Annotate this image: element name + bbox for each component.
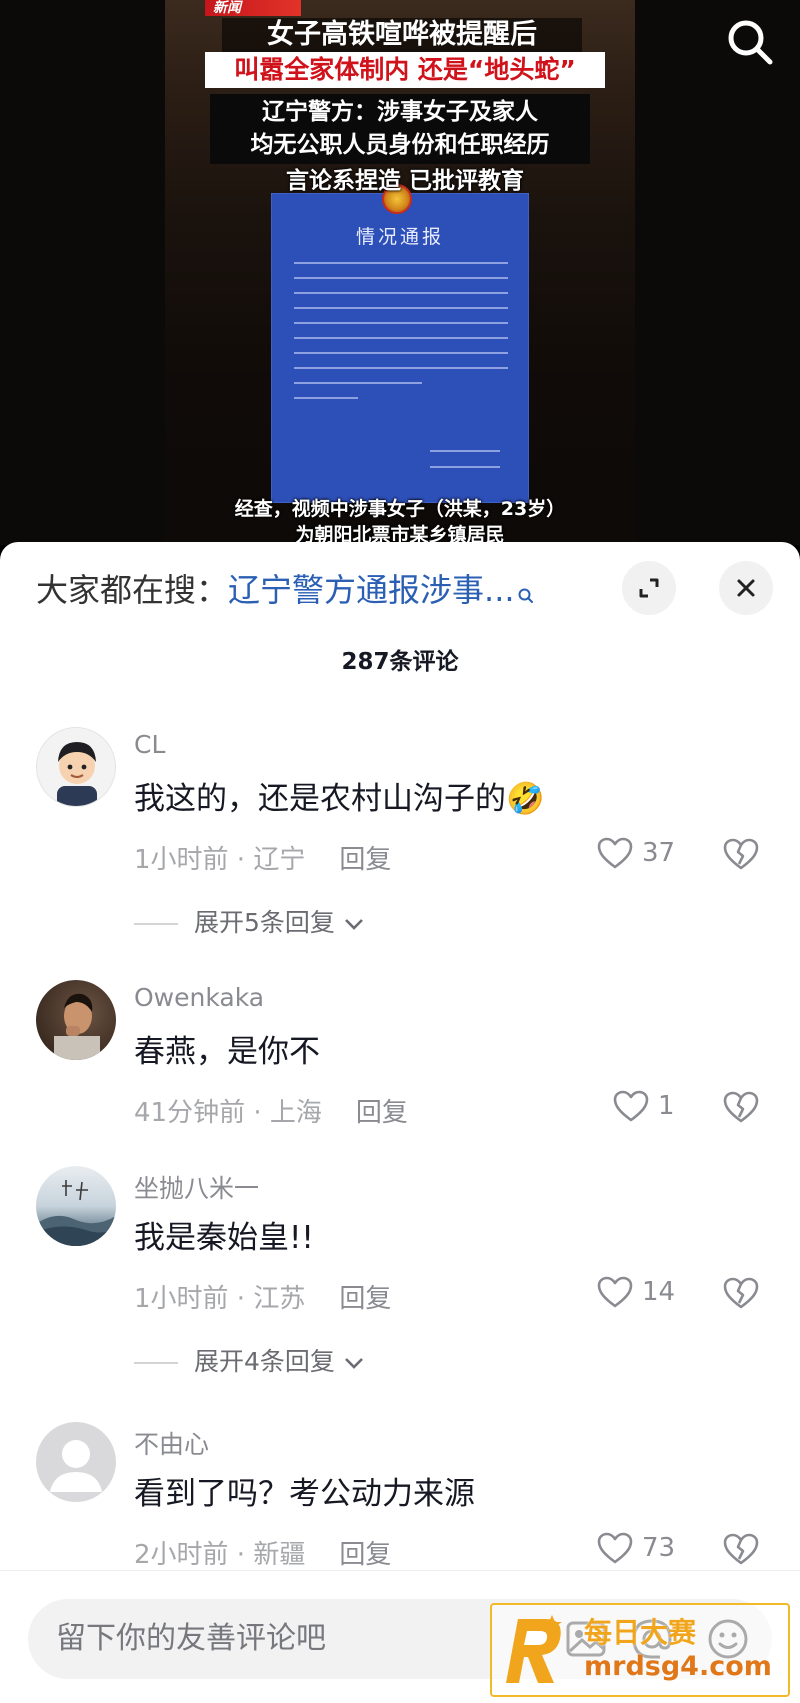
video-headline-3b: 均无公职人员身份和任职经历: [250, 132, 550, 158]
expand-replies-button[interactable]: 展开4条回复: [134, 1342, 365, 1378]
video-headline-2: 叫嚣全家体制内 还是“地头蛇”: [205, 52, 605, 88]
comment-text: 我这的，还是农村山沟子的🤣: [134, 781, 545, 817]
broken-heart-icon: [723, 1091, 759, 1123]
like-button[interactable]: 1: [612, 1086, 675, 1126]
broken-heart-icon: [723, 1277, 759, 1309]
watermark: 每日大赛 mrdsg4.com: [490, 1603, 790, 1697]
comment-item: CL 我这的，还是农村山沟子的🤣 1小时前 · 辽宁 回复 37 展开5条回复: [0, 727, 800, 937]
heart-icon: [597, 1276, 633, 1308]
comment-count: 287条评论: [341, 649, 459, 675]
heart-icon: [613, 1090, 649, 1122]
comment-text: 我是秦始皇!!: [134, 1220, 314, 1256]
chevron-down-icon: [344, 919, 363, 930]
watermark-site: mrdsg4.com: [584, 1651, 772, 1682]
comment-meta: 41分钟前 · 上海 回复: [134, 1092, 408, 1129]
default-avatar-icon: [50, 1440, 102, 1492]
broken-heart-icon: [723, 838, 759, 870]
watermark-logo-icon: [506, 1615, 562, 1683]
comment-meta: 1小时前 · 江苏 回复: [134, 1278, 391, 1315]
comment-time-location: 41分钟前 · 上海: [134, 1098, 322, 1128]
expand-icon: [639, 578, 659, 598]
video-player[interactable]: 新闻 女子高铁喧哗被提醒后 叫嚣全家体制内 还是“地头蛇” 辽宁警方：涉事女子及…: [0, 0, 800, 545]
comment-time-location: 1小时前 · 江苏: [134, 1284, 306, 1314]
like-count: 73: [642, 1533, 676, 1563]
heart-icon: [597, 1532, 633, 1564]
divider-dash: [134, 923, 178, 925]
notice-body: [294, 262, 508, 412]
comment-text: 看到了吗？考公动力来源: [134, 1476, 475, 1512]
reply-button[interactable]: 回复: [339, 1540, 391, 1570]
comment-item: 坐抛八米一 我是秦始皇!! 1小时前 · 江苏 回复 14 展开4条回复: [0, 1166, 800, 1376]
video-headline-3: 辽宁警方：涉事女子及家人 均无公职人员身份和任职经历: [210, 94, 590, 164]
comment-username[interactable]: 坐抛八米一: [134, 1169, 259, 1205]
close-sheet-button[interactable]: [719, 561, 773, 615]
hot-search-link[interactable]: 辽宁警方通报涉事...: [228, 571, 515, 609]
reply-button[interactable]: 回复: [339, 845, 391, 875]
comment-item: Owenkaka 春燕，是你不 41分钟前 · 上海 回复 1: [0, 980, 800, 1180]
divider-dash: [134, 1362, 178, 1364]
comment-meta: 1小时前 · 辽宁 回复: [134, 839, 391, 876]
close-icon: [737, 579, 755, 597]
expand-replies-button[interactable]: 展开5条回复: [134, 903, 365, 939]
avatar[interactable]: [36, 1422, 116, 1502]
comment-text: 春燕，是你不: [134, 1034, 320, 1070]
notice-title: 情况通报: [355, 226, 444, 248]
comment-username[interactable]: 不由心: [134, 1425, 209, 1461]
like-button[interactable]: 73: [596, 1528, 675, 1568]
chevron-down-icon: [344, 1358, 363, 1369]
video-caption-line-1: 经查，视频中涉事女子（洪某，23岁）: [234, 498, 566, 520]
dislike-button[interactable]: [722, 1088, 760, 1126]
like-count: 1: [658, 1091, 675, 1121]
video-caption: 经查，视频中涉事女子（洪某，23岁） 为朝阳北票市某乡镇居民: [200, 496, 600, 545]
notice-signature: [430, 450, 500, 482]
comment-username[interactable]: CL: [134, 730, 165, 759]
broken-heart-icon: [723, 1533, 759, 1565]
reply-button[interactable]: 回复: [356, 1098, 408, 1128]
comment-time-location: 1小时前 · 辽宁: [134, 845, 306, 875]
heart-icon: [597, 837, 633, 869]
expand-sheet-button[interactable]: [622, 561, 676, 615]
like-count: 37: [642, 838, 676, 868]
watermark-title: 每日大赛: [584, 1616, 697, 1649]
dislike-button[interactable]: [722, 1274, 760, 1312]
like-button[interactable]: 37: [596, 833, 675, 873]
search-button[interactable]: [722, 14, 778, 70]
expand-replies-label: 展开4条回复: [194, 1347, 335, 1376]
video-headline-4: 言论系捏造 已批评教育: [285, 168, 524, 194]
dislike-button[interactable]: [722, 1530, 760, 1568]
comment-username[interactable]: Owenkaka: [134, 983, 264, 1012]
comment-sheet: 大家都在搜：辽宁警方通报涉事... 287条评论 CL 我这的，还是农村山沟子的…: [0, 542, 800, 1703]
police-notice-document: 情况通报: [271, 193, 529, 503]
small-search-icon: [517, 574, 535, 614]
video-headline-3a: 辽宁警方：涉事女子及家人: [262, 99, 538, 125]
comment-meta: 2小时前 · 新疆 回复: [134, 1534, 391, 1571]
search-icon: [728, 20, 773, 65]
like-button[interactable]: 14: [596, 1272, 675, 1312]
reply-button[interactable]: 回复: [339, 1284, 391, 1314]
avatar[interactable]: [36, 727, 116, 807]
hot-search-bar[interactable]: 大家都在搜：辽宁警方通报涉事...: [36, 570, 535, 614]
news-logo: 新闻: [205, 0, 301, 16]
comment-input-bar: 留下你的友善评论吧 每日大赛 mrdsg4.com: [0, 1570, 800, 1703]
avatar[interactable]: [36, 1166, 116, 1246]
video-headline-1: 女子高铁喧哗被提醒后: [222, 18, 582, 52]
dislike-button[interactable]: [722, 835, 760, 873]
avatar[interactable]: [36, 980, 116, 1060]
comment-time-location: 2小时前 · 新疆: [134, 1540, 306, 1570]
like-count: 14: [642, 1277, 676, 1307]
hot-search-prefix: 大家都在搜：: [36, 571, 229, 609]
expand-replies-label: 展开5条回复: [194, 908, 335, 937]
